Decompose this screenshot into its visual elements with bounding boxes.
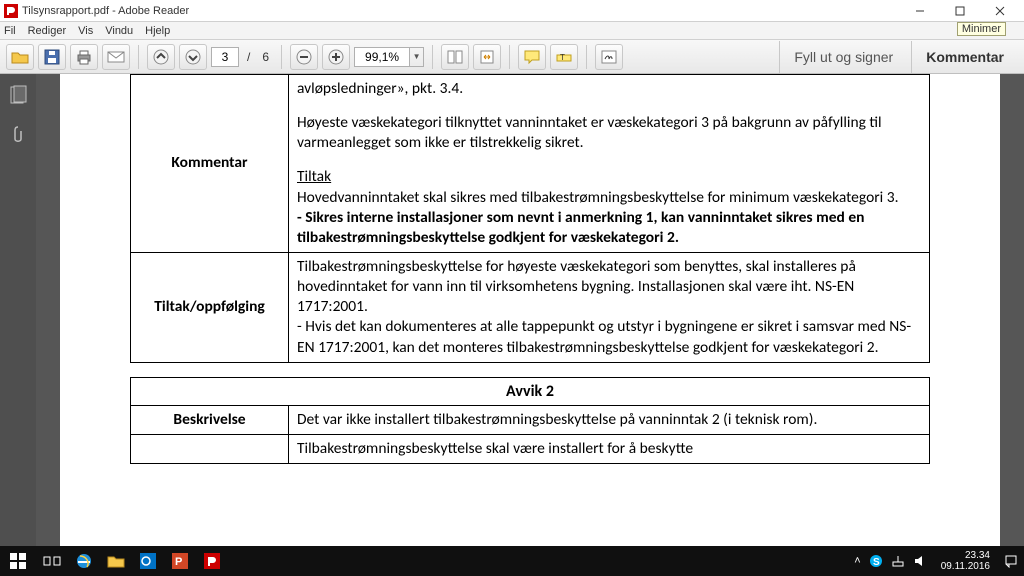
svg-text:S: S: [873, 557, 880, 568]
adobe-reader-taskbar-icon[interactable]: [196, 546, 228, 576]
zoom-in-button[interactable]: [322, 44, 350, 70]
toolbar-separator: [281, 45, 282, 69]
title-bar: Tilsynsrapport.pdf - Adobe Reader: [0, 0, 1024, 22]
skype-icon[interactable]: S: [869, 554, 883, 568]
row4-label: [131, 434, 289, 463]
clock[interactable]: 23.34 09.11.2016: [935, 550, 996, 572]
powerpoint-icon[interactable]: P: [164, 546, 196, 576]
row-beskrivelse-label: Beskrivelse: [131, 405, 289, 434]
menu-help[interactable]: Hjelp: [145, 25, 170, 37]
comment-panel-button[interactable]: Kommentar: [911, 41, 1018, 73]
zoom-dropdown[interactable]: ▼: [410, 47, 424, 67]
menu-bar: Fil Rediger Vis Vindu Hjelp Minimer: [0, 22, 1024, 40]
page-down-button[interactable]: [179, 44, 207, 70]
kommentar-line1: avløpsledninger», pkt. 3.4.: [297, 79, 921, 99]
highlight-button[interactable]: T: [550, 44, 578, 70]
toolbar-separator: [509, 45, 510, 69]
print-button[interactable]: [70, 44, 98, 70]
menu-edit[interactable]: Rediger: [28, 25, 67, 37]
row-tiltak-body: Tilbakestrømningsbeskyttelse for høyeste…: [289, 252, 930, 362]
toolbar-separator: [432, 45, 433, 69]
volume-icon[interactable]: [913, 554, 927, 568]
kommentar-line2: Høyeste væskekategori tilknyttet vanninn…: [297, 113, 921, 153]
outlook-icon[interactable]: [132, 546, 164, 576]
menu-file[interactable]: Fil: [4, 25, 16, 37]
menu-view[interactable]: Vis: [78, 25, 93, 37]
svg-text:P: P: [175, 556, 182, 568]
clock-date: 09.11.2016: [941, 561, 990, 572]
fit-width-button[interactable]: [473, 44, 501, 70]
pages-panel-icon[interactable]: [7, 84, 29, 106]
row-kommentar-label: Kommentar: [131, 75, 289, 253]
adobe-reader-icon: [4, 4, 18, 18]
row-tiltak-label: Tiltak/oppfølging: [131, 252, 289, 362]
clock-time: 23.34: [941, 550, 990, 561]
work-area: Kommentar avløpsledninger», pkt. 3.4. Hø…: [0, 74, 1024, 546]
minimize-tooltip: Minimer: [957, 22, 1006, 36]
sign-button[interactable]: [595, 44, 623, 70]
zoom-input[interactable]: [354, 47, 410, 67]
svg-text:T: T: [560, 53, 565, 62]
page-separator: /: [247, 50, 250, 64]
maximize-button[interactable]: [940, 1, 980, 21]
save-button[interactable]: [38, 44, 66, 70]
taskview-icon[interactable]: [36, 546, 68, 576]
window-title: Tilsynsrapport.pdf - Adobe Reader: [22, 5, 900, 17]
zoom-input-wrap[interactable]: ▼: [354, 47, 424, 67]
page-total: 6: [262, 50, 269, 64]
fit-page-button[interactable]: [441, 44, 469, 70]
avvik2-header: Avvik 2: [131, 377, 930, 405]
row-kommentar-body: avløpsledninger», pkt. 3.4. Høyeste væsk…: [289, 75, 930, 253]
kommentar-line4: - Sikres interne installasjoner som nevn…: [297, 208, 921, 248]
tray-chevron-icon[interactable]: ˄: [854, 555, 860, 567]
fill-and-sign-panel-button[interactable]: Fyll ut og signer: [779, 41, 907, 73]
toolbar-separator: [138, 45, 139, 69]
zoom-out-button[interactable]: [290, 44, 318, 70]
toolbar-separator: [586, 45, 587, 69]
close-button[interactable]: [980, 1, 1020, 21]
row4-body: Tilbakestrømningsbeskyttelse skal være i…: [289, 434, 930, 463]
start-button[interactable]: [0, 546, 36, 576]
open-button[interactable]: [6, 44, 34, 70]
tiltak-heading: Tiltak: [297, 167, 921, 187]
page-number-input[interactable]: [211, 47, 239, 67]
left-sidebar: [0, 74, 36, 546]
menu-window[interactable]: Vindu: [105, 25, 133, 37]
notification-icon[interactable]: [1004, 554, 1018, 568]
comment-bubble-button[interactable]: [518, 44, 546, 70]
email-button[interactable]: [102, 44, 130, 70]
file-explorer-icon[interactable]: [100, 546, 132, 576]
system-tray: ˄ S 23.34 09.11.2016: [854, 550, 1024, 572]
ie-icon[interactable]: [68, 546, 100, 576]
page-up-button[interactable]: [147, 44, 175, 70]
row-beskrivelse-body: Det var ikke installert tilbakestrømning…: [289, 405, 930, 434]
document-viewport[interactable]: Kommentar avløpsledninger», pkt. 3.4. Hø…: [36, 74, 1024, 546]
kommentar-line3: Hovedvanninntaket skal sikres med tilbak…: [297, 188, 921, 208]
attachments-panel-icon[interactable]: [7, 124, 29, 146]
taskbar: P ˄ S 23.34 09.11.2016: [0, 546, 1024, 576]
pdf-page: Kommentar avløpsledninger», pkt. 3.4. Hø…: [60, 74, 1000, 546]
toolbar: / 6 ▼ T Fyll ut og signer Kommentar: [0, 40, 1024, 74]
network-icon[interactable]: [891, 554, 905, 568]
minimize-button[interactable]: [900, 1, 940, 21]
